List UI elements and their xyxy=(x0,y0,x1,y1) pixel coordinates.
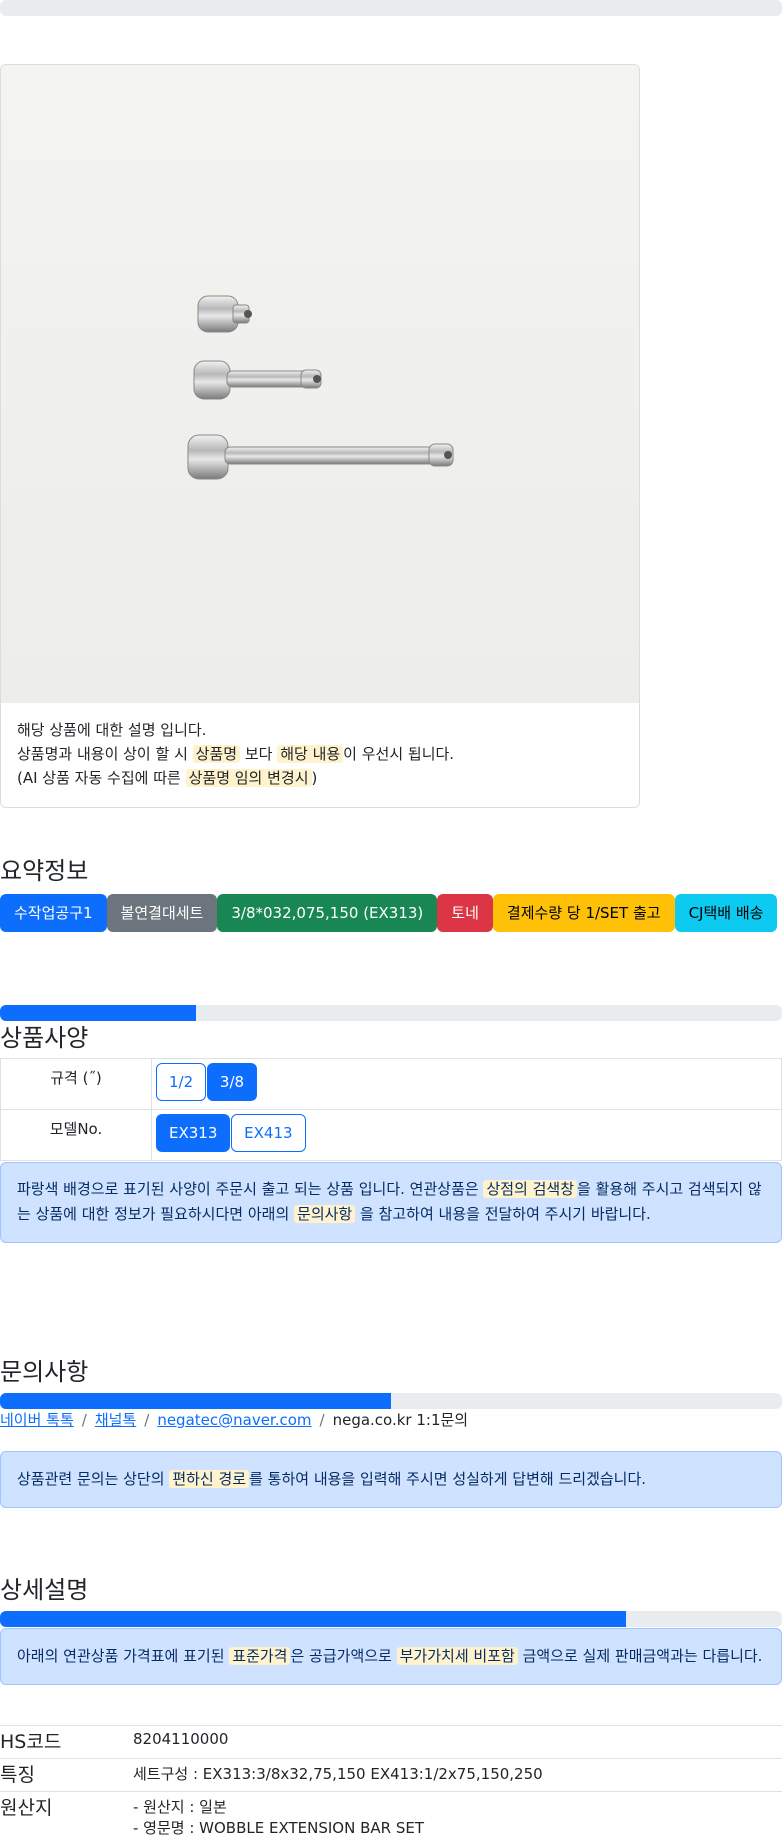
product-card: 해당 상품에 대한 설명 입니다. 상품명과 내용이 상이 할 시 상품명 보다… xyxy=(0,64,640,808)
detail-alert-std-price: 표준가격 xyxy=(229,1647,291,1665)
info-row-origin: 원산지 - 원산지 : 일본 - 영문명 : WOBBLE EXTENSION … xyxy=(0,1791,782,1838)
desc-line2-a: 상품명과 내용이 상이 할 시 xyxy=(17,745,193,763)
info-row-feature: 특징 세트구성 : EX313:3/8x32,75,150 EX413:1/2x… xyxy=(0,1758,782,1792)
info-value-feature: 세트구성 : EX313:3/8x32,75,150 EX413:1/2x75,… xyxy=(133,1758,782,1792)
detail-alert-vat: 부가가치세 비포함 xyxy=(396,1647,518,1665)
inquiry-progress-fill xyxy=(0,1393,391,1409)
option-size-3-8[interactable]: 3/8 xyxy=(206,1063,258,1101)
desc-line3-a: (AI 상품 자동 수집에 따른 xyxy=(17,769,186,787)
detail-title: 상세설명 xyxy=(0,1576,89,1604)
detail-progress-bar xyxy=(0,1611,782,1627)
spec-progress-bar xyxy=(0,1005,782,1021)
inquiry-title: 문의사항 xyxy=(0,1358,89,1386)
badge-spec: 3/8*032,075,150 (EX313) xyxy=(217,894,438,932)
spec-row-size: 규격 (˝) 1/2 3/8 xyxy=(0,1058,782,1110)
info-key-hs: HS코드 xyxy=(0,1725,133,1759)
spec-options-model: EX313 EX413 xyxy=(151,1109,782,1161)
desc-highlight-name: 상품명 xyxy=(192,745,241,763)
option-model-ex313[interactable]: EX313 xyxy=(156,1114,231,1152)
badge-category: 수작업공구1 xyxy=(0,894,107,932)
link-separator-3: / xyxy=(319,1411,325,1429)
info-value-origin: - 원산지 : 일본 - 영문명 : WOBBLE EXTENSION BAR … xyxy=(133,1791,782,1838)
option-size-1-2[interactable]: 1/2 xyxy=(156,1063,207,1101)
info-value-hs: 8204110000 xyxy=(133,1725,782,1759)
detail-progress-fill xyxy=(0,1611,626,1627)
link-separator-1: / xyxy=(81,1411,87,1429)
inquiry-alert-a: 상품관련 문의는 상단의 xyxy=(17,1470,170,1488)
badge-shipping: CJ택배 배송 xyxy=(674,894,778,932)
product-description: 해당 상품에 대한 설명 입니다. 상품명과 내용이 상이 할 시 상품명 보다… xyxy=(17,718,454,790)
inquiry-alert: 상품관련 문의는 상단의 편하신 경로 를 통하여 내용을 입력해 주시면 성실하… xyxy=(0,1451,782,1508)
desc-line2-c: 이 우선시 됩니다. xyxy=(343,745,455,763)
inquiry-progress-bar xyxy=(0,1393,782,1409)
site-inquiry-text: nega.co.kr 1:1문의 xyxy=(332,1411,469,1429)
spec-title: 상품사양 xyxy=(0,1024,89,1052)
desc-highlight-content: 해당 내용 xyxy=(277,745,344,763)
product-photo-svg xyxy=(187,295,454,480)
info-origin-line1: - 원산지 : 일본 xyxy=(133,1798,227,1816)
link-separator-2: / xyxy=(144,1411,150,1429)
spec-alert-inquiry: 문의사항 xyxy=(294,1205,356,1223)
detail-alert-b: 은 공급가액으로 xyxy=(290,1647,397,1665)
badge-quantity: 결제수량 당 1/SET 출고 xyxy=(492,894,675,932)
spec-alert-a: 파랑색 배경으로 표기된 사양이 주문시 출고 되는 상품 입니다. 연관상품은 xyxy=(17,1180,484,1198)
spec-table: 규격 (˝) 1/2 3/8 모델No. EX313 EX413 xyxy=(0,1058,782,1161)
inquiry-links: 네이버 톡톡 / 채널톡 / negatec@naver.com / nega.co.kr … xyxy=(0,1409,468,1430)
extension-medium-icon xyxy=(193,360,322,400)
extension-long-icon xyxy=(187,434,454,480)
detail-info-table: HS코드 8204110000 특징 세트구성 : EX313:3/8x32,7… xyxy=(0,1725,782,1838)
channeltalk-link[interactable]: 채널톡 xyxy=(95,1411,136,1429)
spec-options-size: 1/2 3/8 xyxy=(151,1058,782,1110)
desc-highlight-rename: 상품명 임의 변경시 xyxy=(185,769,312,787)
email-link[interactable]: negatec@naver.com xyxy=(157,1411,311,1429)
spec-label-model: 모델No. xyxy=(0,1109,152,1161)
spec-alert-search: 상점의 검색창 xyxy=(483,1180,578,1198)
product-photo xyxy=(1,65,639,703)
info-key-origin: 원산지 xyxy=(0,1791,133,1838)
spec-row-model: 모델No. EX313 EX413 xyxy=(0,1109,782,1161)
info-key-feature: 특징 xyxy=(0,1758,133,1792)
top-progress-bar xyxy=(0,0,782,16)
detail-alert-c: 금액으로 실제 판매금액과는 다릅니다. xyxy=(517,1647,763,1665)
summary-title: 요약정보 xyxy=(0,857,89,885)
inquiry-alert-b: 를 통하여 내용을 입력해 주시면 성실하게 답변해 드리겠습니다. xyxy=(249,1470,647,1488)
extension-short-icon xyxy=(197,295,252,333)
detail-alert: 아래의 연관상품 가격표에 표기된 표준가격 은 공급가액으로 부가가치세 비포함… xyxy=(0,1628,782,1685)
spec-alert-c: 을 참고하여 내용을 전달하여 주시기 바랍니다. xyxy=(355,1205,651,1223)
info-row-hs: HS코드 8204110000 xyxy=(0,1725,782,1759)
desc-line1: 해당 상품에 대한 설명 입니다. xyxy=(17,721,207,739)
info-origin-line2: - 영문명 : WOBBLE EXTENSION BAR SET xyxy=(133,1819,424,1837)
desc-line2-b: 보다 xyxy=(240,745,278,763)
summary-badges: 수작업공구1 볼연결대세트 3/8*032,075,150 (EX313) 토네… xyxy=(0,894,778,932)
spec-label-size: 규격 (˝) xyxy=(0,1058,152,1110)
naver-talktalk-link[interactable]: 네이버 톡톡 xyxy=(0,1411,74,1429)
desc-line3-b: ) xyxy=(311,769,318,787)
detail-alert-a: 아래의 연관상품 가격표에 표기된 xyxy=(17,1647,230,1665)
badge-type: 볼연결대세트 xyxy=(106,894,218,932)
spec-alert: 파랑색 배경으로 표기된 사양이 주문시 출고 되는 상품 입니다. 연관상품은… xyxy=(0,1162,782,1243)
option-model-ex413[interactable]: EX413 xyxy=(231,1114,306,1152)
badge-brand: 토네 xyxy=(437,894,493,932)
inquiry-alert-route: 편하신 경로 xyxy=(169,1470,250,1488)
